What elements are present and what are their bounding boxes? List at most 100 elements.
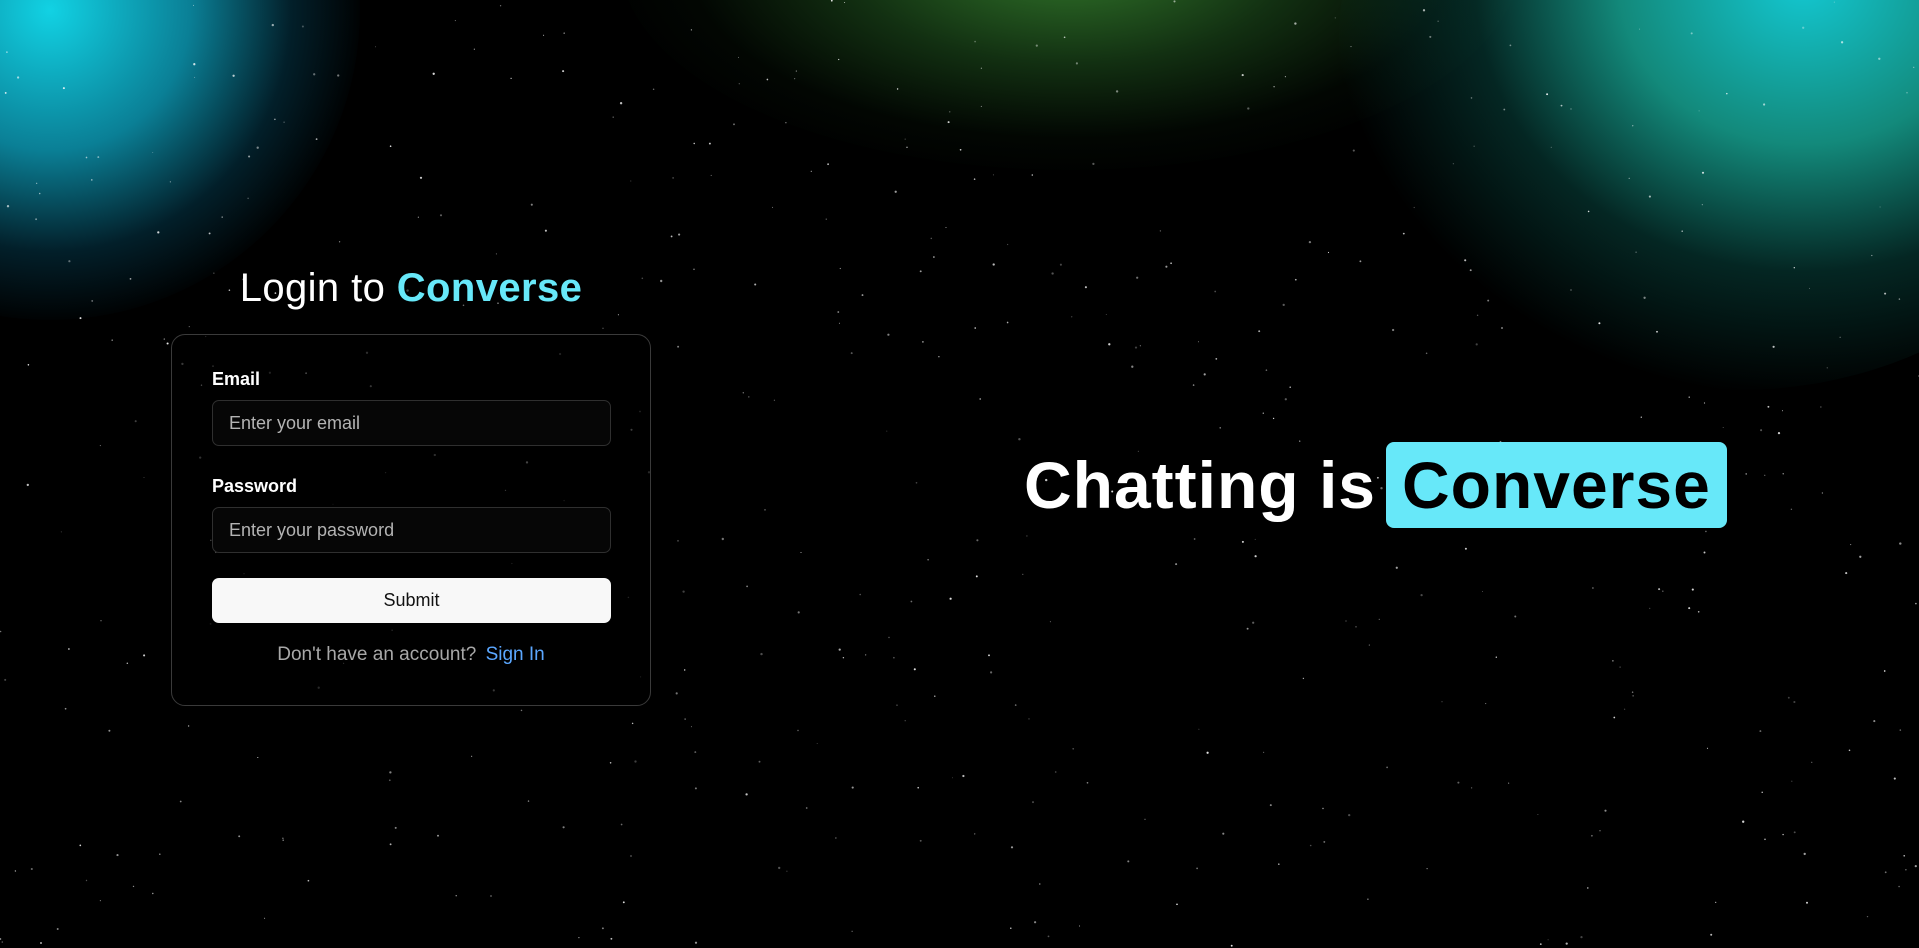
star-dot [97, 156, 100, 159]
star-dot [693, 142, 695, 145]
star-dot [1072, 747, 1075, 750]
star-dot [1639, 28, 1641, 30]
star-dot [805, 807, 808, 809]
star-dot [1691, 588, 1694, 591]
star-dot [187, 725, 190, 727]
star-dot [129, 278, 132, 280]
star-dot [886, 430, 888, 432]
star-dot [1793, 267, 1795, 269]
star-dot [232, 74, 235, 77]
star-dot [1010, 846, 1014, 849]
star-dot [778, 866, 781, 870]
star-dot [1175, 563, 1178, 566]
star-dot [1598, 322, 1601, 325]
sign-in-link[interactable]: Sign In [486, 644, 545, 665]
star-dot [838, 648, 841, 651]
submit-button[interactable]: Submit [212, 578, 611, 623]
star-dot [1697, 611, 1700, 613]
star-dot [976, 539, 979, 542]
star-dot [1457, 781, 1460, 784]
star-dot [1345, 620, 1347, 622]
star-dot [1176, 903, 1178, 906]
star-dot [1196, 867, 1198, 870]
star-dot [959, 148, 962, 151]
star-dot [1612, 660, 1614, 662]
email-input[interactable] [212, 400, 611, 446]
star-dot [1018, 438, 1021, 441]
star-dot [26, 483, 29, 487]
password-input[interactable] [212, 507, 611, 553]
star-dot [1193, 538, 1196, 540]
star-dot [0, 938, 2, 940]
star-dot [1508, 782, 1510, 784]
star-dot [989, 671, 993, 674]
star-dot [992, 174, 994, 176]
star-dot [1715, 901, 1717, 904]
star-dot [194, 76, 196, 78]
star-dot [904, 138, 906, 140]
star-dot [630, 180, 632, 182]
star-dot [1084, 286, 1087, 289]
star-dot [919, 839, 922, 842]
star-dot [835, 837, 837, 839]
star-dot [609, 762, 612, 764]
star-dot [1763, 103, 1766, 106]
star-dot [785, 122, 787, 124]
star-dot [79, 317, 82, 320]
star-dot [652, 88, 655, 91]
star-dot [1703, 551, 1706, 554]
star-dot [238, 835, 241, 838]
star-dot [134, 420, 137, 423]
star-dot [192, 4, 195, 6]
star-dot [1108, 343, 1111, 346]
star-dot [1294, 22, 1297, 25]
star-dot [1701, 204, 1703, 206]
star-dot [271, 23, 274, 27]
star-dot [1425, 352, 1428, 355]
star-dot [1883, 670, 1886, 672]
star-dot [1131, 365, 1134, 368]
star-dot [338, 241, 341, 243]
star-dot [933, 256, 935, 258]
star-dot [1350, 46, 1352, 48]
star-dot [1222, 832, 1225, 835]
star-dot [1426, 867, 1428, 870]
star-dot [887, 333, 890, 336]
star-dot [947, 121, 950, 124]
star-dot [1014, 704, 1017, 706]
star-dot [1473, 145, 1475, 147]
star-dot [563, 32, 565, 34]
star-dot [439, 214, 443, 217]
star-dot [758, 760, 761, 763]
star-dot [257, 756, 259, 759]
star-dot [1230, 944, 1233, 947]
star-dot [738, 56, 739, 58]
hero-tagline-prefix: Chatting is [1024, 448, 1376, 522]
star-dot [1808, 287, 1811, 289]
star-dot [1503, 108, 1506, 111]
star-dot [1263, 751, 1265, 754]
star-dot [1701, 171, 1705, 174]
star-dot [1628, 177, 1630, 179]
star-dot [1793, 831, 1796, 834]
star-dot [1764, 474, 1766, 476]
star-dot [619, 102, 623, 105]
star-dot [973, 178, 976, 180]
star-dot [980, 67, 983, 69]
star-dot [1198, 728, 1200, 730]
star-dot [1599, 830, 1601, 832]
star-dot [839, 267, 841, 270]
star-dot [91, 179, 93, 181]
star-dot [684, 718, 686, 720]
star-dot [389, 145, 392, 147]
star-dot [927, 559, 929, 561]
star-dot [904, 720, 906, 722]
star-dot [1705, 530, 1707, 533]
star-dot [1501, 327, 1503, 329]
star-dot [1284, 76, 1286, 78]
star-dot [1787, 696, 1790, 699]
star-dot [1761, 791, 1763, 794]
star-dot [1806, 901, 1808, 904]
star-dot [36, 182, 38, 184]
star-dot [152, 892, 154, 895]
